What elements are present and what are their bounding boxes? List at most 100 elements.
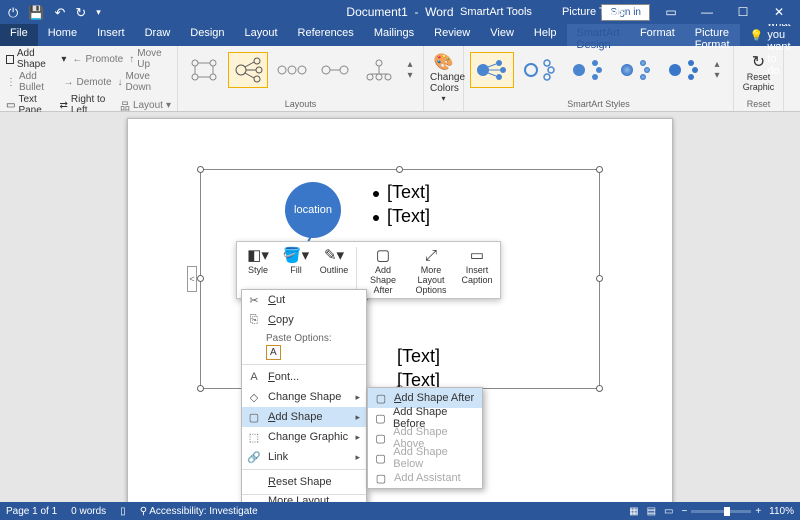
tab-view[interactable]: View <box>480 24 524 46</box>
add-bullet-button: ⋮ Add Bullet <box>6 71 58 93</box>
tab-draw[interactable]: Draw <box>135 24 181 46</box>
lightbulb-icon: 💡 <box>750 29 764 42</box>
picture-tools-title: Picture Tools <box>562 6 625 18</box>
tab-format[interactable]: Format <box>630 24 685 46</box>
menu-reset-shape[interactable]: Reset Shape <box>242 472 366 492</box>
submenu-add-above: ▢Add Shape Above <box>368 428 482 448</box>
tab-home[interactable]: Home <box>38 24 87 46</box>
submenu-add-after[interactable]: ▢Add Shape After <box>368 388 482 408</box>
style-option-5[interactable] <box>662 52 706 88</box>
mini-more-layout-button[interactable]: ⤢More Layout Options <box>407 245 455 295</box>
mini-add-shape-after-button[interactable]: ▢Add Shape After <box>361 245 405 295</box>
add-shape-menu-icon: ▢ <box>246 411 262 424</box>
add-before-icon: ▢ <box>374 412 387 425</box>
menu-change-graphic[interactable]: ⬚Change Graphic▸ <box>242 427 366 447</box>
styles-more-icon[interactable]: ▴▾ <box>710 52 724 88</box>
quick-access-toolbar: ⏻ 💾 ↶ ↻ ▾ <box>0 6 101 19</box>
layout-option-3[interactable] <box>272 52 312 88</box>
menu-cut[interactable]: ✂Cut <box>242 290 366 310</box>
view-read-mode-icon[interactable]: ▦ <box>629 506 638 517</box>
maximize-icon[interactable]: ☐ <box>728 5 758 19</box>
group-layouts: ▴▾ Layouts <box>178 46 424 111</box>
smartart-node-1[interactable]: location <box>285 182 341 238</box>
view-print-layout-icon[interactable]: ▤ <box>647 506 656 517</box>
paste-option-keep-text[interactable]: A <box>242 344 366 362</box>
menu-font[interactable]: AFont... <box>242 367 366 387</box>
mini-style-button[interactable]: ◧▾Style <box>240 245 276 295</box>
zoom-out-icon[interactable]: − <box>681 506 687 517</box>
layout-option-5[interactable] <box>359 52 399 88</box>
zoom-in-icon[interactable]: + <box>755 506 761 517</box>
add-after-icon: ▢ <box>374 392 388 405</box>
style-option-4[interactable] <box>614 52 658 88</box>
menu-change-shape[interactable]: ◇Change Shape▸ <box>242 387 366 407</box>
mini-insert-caption-button[interactable]: ▭Insert Caption <box>457 245 497 295</box>
tab-design[interactable]: Design <box>180 24 234 46</box>
style-option-1[interactable] <box>470 52 514 88</box>
qat-dropdown-icon[interactable]: ▾ <box>96 8 101 17</box>
submenu-add-before[interactable]: ▢Add Shape Before <box>368 408 482 428</box>
mini-fill-button[interactable]: 🪣▾Fill <box>278 245 314 295</box>
smartart-bullet-2[interactable]: [Text] <box>373 206 430 227</box>
tab-layout[interactable]: Layout <box>235 24 288 46</box>
tell-me-search[interactable]: 💡 Tell me what you want to do <box>740 24 791 46</box>
tab-smartart-design[interactable]: SmartArt Design <box>567 24 630 46</box>
save-icon[interactable]: 💾 <box>28 6 44 19</box>
share-button[interactable]: 👤 Share <box>791 24 800 46</box>
tab-insert[interactable]: Insert <box>87 24 135 46</box>
layout-options-icon: ⤢ <box>407 245 455 265</box>
minimize-icon[interactable]: ― <box>692 5 722 19</box>
status-words[interactable]: 0 words <box>71 506 106 517</box>
add-below-icon: ▢ <box>374 452 387 465</box>
layout-option-4[interactable] <box>315 52 355 88</box>
add-above-icon: ▢ <box>374 432 387 445</box>
mini-outline-button[interactable]: ✎▾Outline <box>316 245 352 295</box>
move-down-button: ↓ Move Down <box>118 71 171 93</box>
reset-graphic-button[interactable]: ↻ Reset Graphic <box>740 48 777 92</box>
text-pane-toggle-icon[interactable]: < <box>187 266 197 292</box>
change-colors-button[interactable]: 🎨 Change Colors ▾ <box>424 46 464 111</box>
promote-button: ← Promote <box>72 48 123 70</box>
smartart-bullet-1[interactable]: [Text] <box>373 182 430 203</box>
add-shape-button[interactable]: Add Shape▾ <box>6 48 66 70</box>
tab-picture-format[interactable]: Picture Format <box>685 24 740 46</box>
font-icon: A <box>246 371 262 383</box>
group-reset: ↻ Reset Graphic Reset <box>734 46 784 111</box>
zoom-level[interactable]: 110% <box>769 506 794 517</box>
document-canvas[interactable]: < location [Text] [Text] [Text] [Text] [… <box>0 112 800 502</box>
style-option-2[interactable] <box>518 52 562 88</box>
style-icon: ◧▾ <box>240 245 276 265</box>
layout-option-2[interactable] <box>228 52 268 88</box>
menu-link[interactable]: 🔗Link▸ <box>242 447 366 467</box>
status-page[interactable]: Page 1 of 1 <box>6 506 57 517</box>
change-shape-icon: ◇ <box>246 391 262 404</box>
tab-file[interactable]: File <box>0 24 38 46</box>
close-icon[interactable]: ✕ <box>764 5 794 19</box>
autosave-icon[interactable]: ⏻ <box>8 6 18 19</box>
status-accessibility[interactable]: ⚲ Accessibility: Investigate <box>140 506 258 517</box>
menu-add-shape[interactable]: ▢Add Shape▸ <box>242 407 366 427</box>
smartart-bullet-4[interactable]: [Text] <box>397 346 440 367</box>
tab-review[interactable]: Review <box>424 24 480 46</box>
tab-help[interactable]: Help <box>524 24 567 46</box>
layout-option-1[interactable] <box>184 52 224 88</box>
undo-icon[interactable]: ↶ <box>54 6 65 19</box>
ribbon: Add Shape▾ ← Promote ↑ Move Up ⋮ Add Bul… <box>0 46 800 112</box>
ribbon-options-icon[interactable]: ▭ <box>656 5 686 19</box>
redo-icon[interactable]: ↻ <box>75 6 86 19</box>
copy-icon: ⎘ <box>246 314 262 327</box>
paste-options-header: Paste Options: <box>242 330 366 344</box>
tab-references[interactable]: References <box>288 24 364 46</box>
fill-icon: 🪣▾ <box>278 245 314 265</box>
add-shape-icon: ▢ <box>361 245 405 265</box>
move-up-button: ↑ Move Up <box>129 48 171 70</box>
contextual-tab-titles: SmartArt Tools Picture Tools <box>460 6 625 18</box>
status-language-icon[interactable]: ▯ <box>120 506 126 517</box>
zoom-slider[interactable]: − + <box>681 506 761 517</box>
view-web-layout-icon[interactable]: ▭ <box>664 506 673 517</box>
tab-mailings[interactable]: Mailings <box>364 24 424 46</box>
menu-copy[interactable]: ⎘Copy <box>242 310 366 330</box>
style-option-3[interactable] <box>566 52 610 88</box>
layouts-more-icon[interactable]: ▴▾ <box>403 52 417 88</box>
group-create-graphic: Add Shape▾ ← Promote ↑ Move Up ⋮ Add Bul… <box>0 46 178 111</box>
